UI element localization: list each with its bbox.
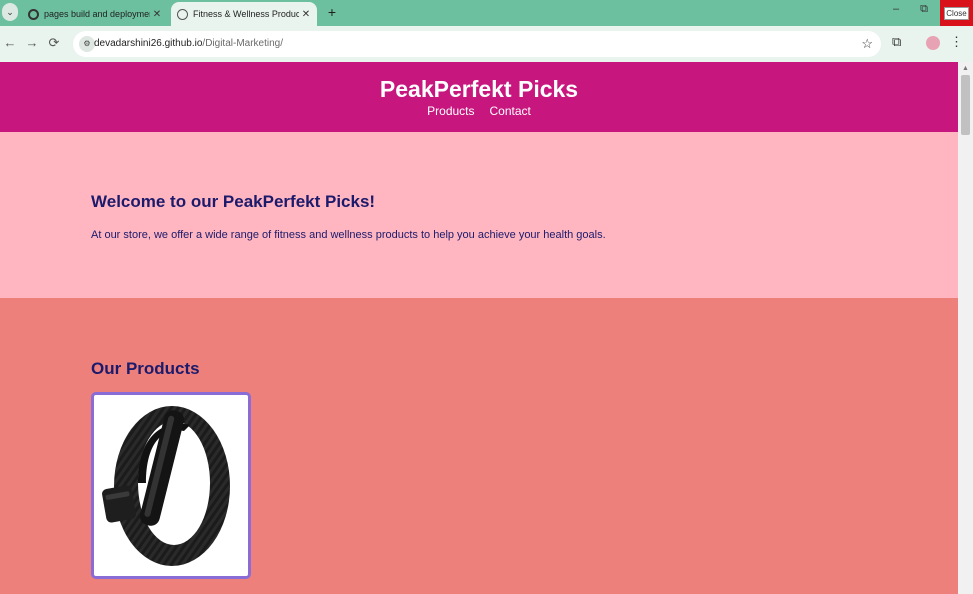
page-viewport: PeakPerfekt Picks Products Contact Welco… <box>0 62 958 594</box>
welcome-heading: Welcome to our PeakPerfekt Picks! <box>91 192 376 211</box>
minimize-button[interactable]: – <box>886 3 906 15</box>
fitness-band-image <box>102 406 230 566</box>
reload-button[interactable]: ⟳ <box>46 35 62 51</box>
tab-search-button[interactable]: ⌄ <box>2 3 18 21</box>
page-scrollbar[interactable]: ▲ <box>958 62 973 594</box>
tab-fitness-products[interactable]: Fitness & Wellness Products ✕ <box>171 2 317 26</box>
globe-icon <box>177 8 188 20</box>
scrollbar-thumb[interactable] <box>961 75 970 135</box>
product-card[interactable] <box>91 392 251 579</box>
site-info-icon[interactable]: ⚙ <box>79 36 95 52</box>
welcome-text: At our store, we offer a wide range of f… <box>91 229 606 241</box>
tab-pages-build[interactable]: pages build and deployment · ✕ <box>22 2 168 26</box>
extensions-icon[interactable]: ⧉ <box>892 34 901 50</box>
close-label: Close <box>944 6 969 20</box>
scroll-up-icon[interactable]: ▲ <box>962 65 969 72</box>
github-icon <box>28 8 39 20</box>
new-tab-button[interactable]: + <box>324 3 340 21</box>
back-button[interactable]: ← <box>2 35 18 50</box>
forward-button[interactable]: → <box>24 35 40 50</box>
welcome-section: Welcome to our PeakPerfekt Picks! At our… <box>0 132 958 298</box>
profile-avatar[interactable] <box>926 36 940 50</box>
site-nav: Products Contact <box>0 104 958 118</box>
url-path: /Digital-Marketing/ <box>202 38 284 49</box>
tab-close-icon[interactable]: ✕ <box>299 9 313 20</box>
site-header: PeakPerfekt Picks Products Contact <box>0 62 958 132</box>
browser-tab-strip: ⌄ pages build and deployment · ✕ Fitness… <box>0 0 973 26</box>
address-bar[interactable]: ⚙ devadarshini26.github.io/Digital-Marke… <box>73 31 881 57</box>
close-button[interactable]: Close <box>940 0 973 26</box>
nav-link-contact[interactable]: Contact <box>490 104 531 118</box>
menu-icon[interactable]: ⋮ <box>950 34 963 50</box>
tab-title: pages build and deployment · <box>44 9 150 19</box>
tab-close-icon[interactable]: ✕ <box>150 9 164 20</box>
restore-button[interactable]: ⧉ <box>914 3 934 16</box>
products-section: Our Products <box>0 298 958 594</box>
bookmark-star-icon[interactable]: ☆ <box>861 36 873 52</box>
products-heading: Our Products <box>91 359 200 378</box>
url-text[interactable]: devadarshini26.github.io/Digital-Marketi… <box>94 38 283 49</box>
site-title: PeakPerfekt Picks <box>379 76 579 102</box>
tab-title: Fitness & Wellness Products <box>193 9 299 19</box>
nav-link-products[interactable]: Products <box>427 104 474 118</box>
browser-toolbar: ← → ⟳ ⚙ devadarshini26.github.io/Digital… <box>0 26 973 62</box>
url-host: devadarshini26.github.io <box>94 38 203 49</box>
